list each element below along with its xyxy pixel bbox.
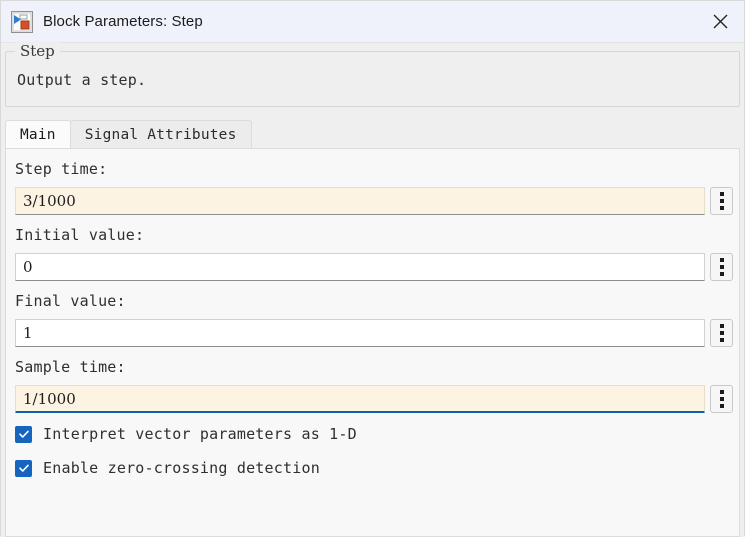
label-initial-value: Initial value:	[15, 226, 145, 244]
row-final-value: 1	[15, 319, 733, 347]
input-final-value[interactable]: 1	[15, 319, 705, 347]
input-initial-value[interactable]: 0	[15, 253, 705, 281]
kebab-dot	[719, 192, 724, 196]
check-icon	[18, 464, 29, 472]
kebab-dot	[719, 272, 724, 276]
window-title: Block Parameters: Step	[43, 13, 203, 30]
kebab-dot	[719, 397, 724, 401]
checkbox-row-zero-crossing[interactable]: Enable zero-crossing detection	[6, 455, 739, 481]
label-step-time: Step time:	[15, 160, 108, 178]
checkbox-label-zero-crossing: Enable zero-crossing detection	[43, 459, 320, 477]
input-step-time[interactable]: 3/1000	[15, 187, 705, 215]
kebab-menu-icon-step-time[interactable]	[710, 187, 733, 215]
row-initial-value: 0	[15, 253, 733, 281]
block-description-legend: Step	[15, 41, 60, 61]
title-bar: Block Parameters: Step	[1, 1, 744, 43]
kebab-dot	[719, 206, 724, 210]
simulink-block-icon	[11, 10, 33, 33]
tab-signal-attributes[interactable]: Signal Attributes	[69, 120, 252, 148]
field-sample-time: Sample time: 1/1000	[6, 347, 739, 413]
kebab-menu-icon-final-value[interactable]	[710, 319, 733, 347]
label-final-value: Final value:	[15, 292, 126, 310]
field-initial-value: Initial value: 0	[6, 215, 739, 281]
field-final-value: Final value: 1	[6, 281, 739, 347]
label-sample-time: Sample time:	[15, 358, 126, 376]
block-description-group: Step Output a step.	[5, 41, 740, 107]
kebab-dot	[719, 324, 724, 328]
checkbox-interpret-vector[interactable]	[15, 425, 32, 443]
checkbox-zero-crossing[interactable]	[15, 459, 32, 477]
field-step-time: Step time: 3/1000	[6, 149, 739, 215]
row-step-time: 3/1000	[15, 187, 733, 215]
kebab-menu-icon-initial-value[interactable]	[710, 253, 733, 281]
kebab-dot	[719, 390, 724, 394]
row-sample-time: 1/1000	[15, 385, 733, 413]
kebab-dot	[719, 199, 724, 203]
checkbox-label-interpret-vector: Interpret vector parameters as 1-D	[43, 425, 357, 443]
kebab-dot	[719, 338, 724, 342]
kebab-dot	[719, 404, 724, 408]
block-parameters-dialog: Block Parameters: Step Step Output a ste…	[0, 0, 745, 537]
kebab-dot	[719, 265, 724, 269]
check-icon	[18, 430, 29, 438]
tab-strip: Main Signal Attributes	[5, 120, 744, 148]
close-icon[interactable]	[696, 1, 744, 42]
kebab-dot	[719, 331, 724, 335]
kebab-dot	[719, 258, 724, 262]
tab-main[interactable]: Main	[5, 120, 71, 148]
checkbox-row-interpret-vector[interactable]: Interpret vector parameters as 1-D	[6, 421, 739, 447]
main-tab-panel: Step time: 3/1000 Initial value: 0 Final…	[5, 148, 740, 537]
input-sample-time[interactable]: 1/1000	[15, 385, 705, 413]
block-description-text: Output a step.	[17, 71, 147, 89]
kebab-menu-icon-sample-time[interactable]	[710, 385, 733, 413]
